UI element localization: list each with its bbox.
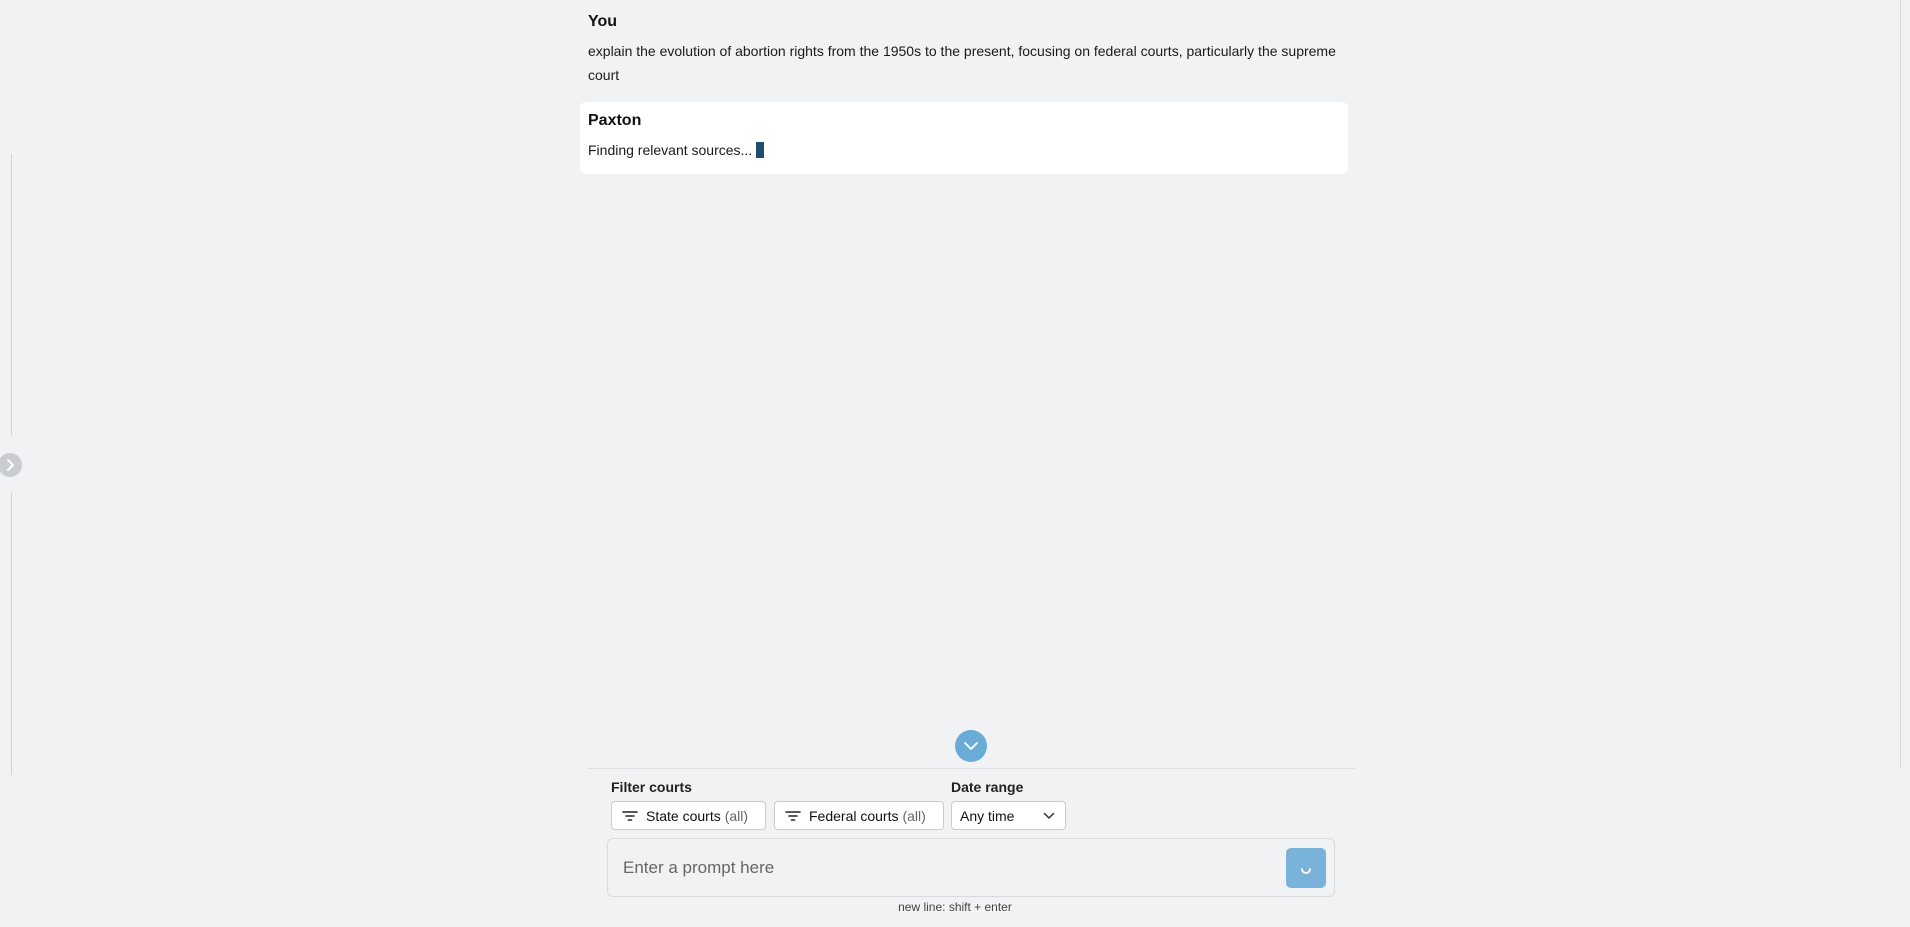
typing-cursor xyxy=(756,142,765,158)
message-author: Paxton xyxy=(588,112,642,129)
state-courts-filter[interactable]: State courts (all) xyxy=(611,801,766,830)
date-range-label: Date range xyxy=(951,779,1024,795)
filter-courts-label: Filter courts xyxy=(611,779,692,795)
message-text: Finding relevant sources... xyxy=(588,142,753,158)
scroll-to-bottom-button[interactable] xyxy=(955,730,987,762)
newline-hint: new line: shift + enter xyxy=(898,900,1012,914)
chevron-down-icon xyxy=(964,742,978,750)
user-message: You explain the evolution of abortion ri… xyxy=(580,3,1348,95)
sidebar-rail-divider xyxy=(11,493,12,775)
chevron-right-icon xyxy=(7,459,14,471)
right-panel-divider xyxy=(1900,0,1901,768)
chevron-down-icon xyxy=(1043,812,1055,819)
federal-courts-scope: (all) xyxy=(902,807,926,824)
chat-page: You explain the evolution of abortion ri… xyxy=(0,0,1910,927)
date-range-value: Any time xyxy=(960,807,1015,824)
federal-courts-label: Federal courts xyxy=(809,807,899,824)
message-text-row: Finding relevant sources... xyxy=(588,138,1340,162)
state-courts-label: State courts xyxy=(646,807,721,824)
federal-courts-filter[interactable]: Federal courts (all) xyxy=(774,801,944,830)
composer-divider xyxy=(587,768,1355,769)
prompt-input[interactable] xyxy=(623,853,1263,883)
message-text: explain the evolution of abortion rights… xyxy=(588,43,1336,83)
filter-lines-icon xyxy=(785,810,801,822)
state-courts-scope: (all) xyxy=(724,807,749,824)
message-author: You xyxy=(588,13,618,30)
assistant-message: Paxton Finding relevant sources... xyxy=(580,102,1348,174)
sidebar-toggle-button[interactable] xyxy=(0,453,22,477)
filter-lines-icon xyxy=(622,810,638,822)
send-button[interactable] xyxy=(1286,848,1326,888)
date-range-select[interactable]: Any time xyxy=(951,801,1066,830)
prompt-composer xyxy=(607,838,1335,897)
loading-spinner-icon xyxy=(1301,868,1311,874)
sidebar-rail-divider xyxy=(11,154,12,436)
